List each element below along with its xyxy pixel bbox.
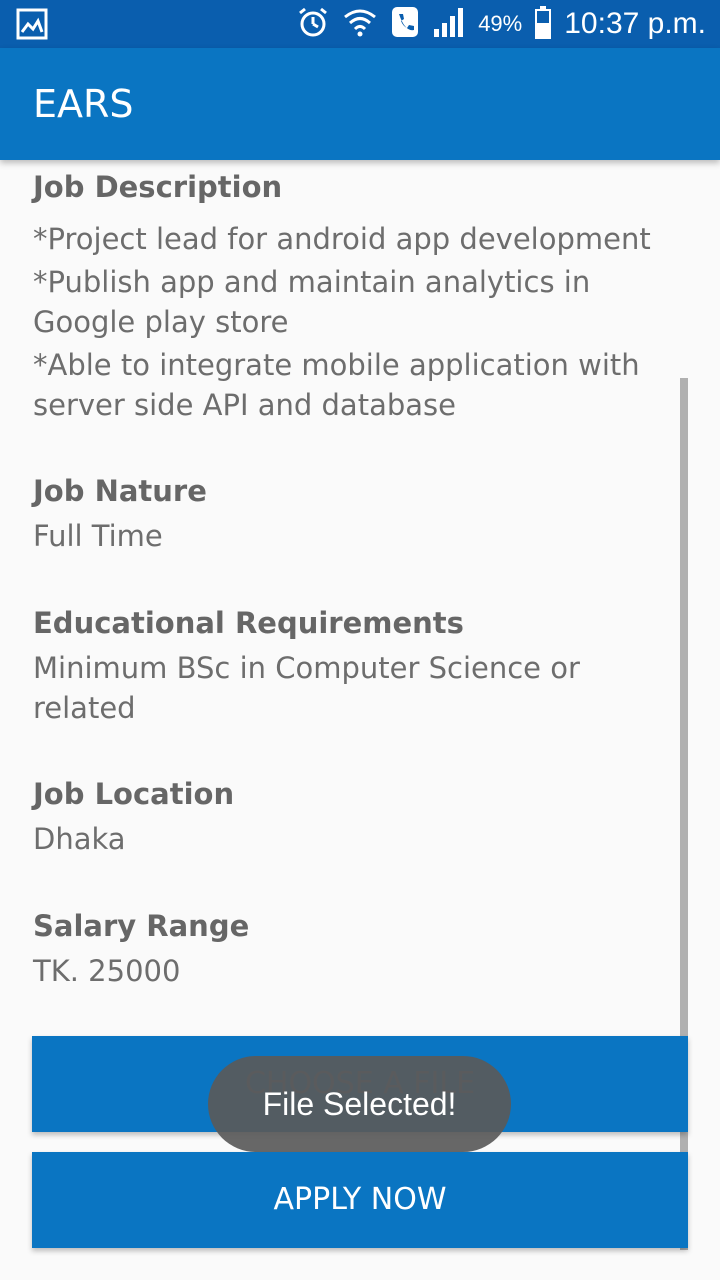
- toast-message: File Selected!: [208, 1056, 511, 1152]
- education-heading: Educational Requirements: [33, 606, 464, 640]
- alarm-icon: [296, 5, 330, 43]
- app-bar: EARS: [0, 48, 720, 160]
- battery-icon: [534, 5, 552, 43]
- job-description-line: *Project lead for android app developmen…: [33, 222, 651, 256]
- job-description-heading: Job Description: [33, 170, 283, 204]
- status-icons: 49% 10:37 p.m.: [296, 4, 706, 44]
- apply-now-button[interactable]: APPLY NOW: [32, 1152, 688, 1248]
- signal-icon: [432, 5, 466, 43]
- app-title: EARS: [33, 82, 134, 126]
- job-description-line: *Able to integrate mobile application wi…: [33, 348, 640, 422]
- status-time: 10:37 p.m.: [564, 7, 706, 40]
- call-icon: [390, 5, 420, 43]
- education-value: Minimum BSc in Computer Science or relat…: [33, 651, 580, 725]
- status-bar: 49% 10:37 p.m.: [0, 0, 720, 48]
- job-location-value: Dhaka: [33, 822, 126, 856]
- job-nature-value: Full Time: [33, 519, 163, 553]
- salary-value: TK. 25000: [33, 954, 181, 988]
- salary-heading: Salary Range: [33, 909, 250, 943]
- job-location-heading: Job Location: [33, 777, 235, 811]
- job-nature-heading: Job Nature: [33, 474, 207, 508]
- gallery-icon: [16, 8, 48, 40]
- wifi-icon: [342, 5, 378, 43]
- battery-percent: 49%: [478, 11, 523, 36]
- job-description-line: *Publish app and maintain analytics in G…: [33, 265, 591, 339]
